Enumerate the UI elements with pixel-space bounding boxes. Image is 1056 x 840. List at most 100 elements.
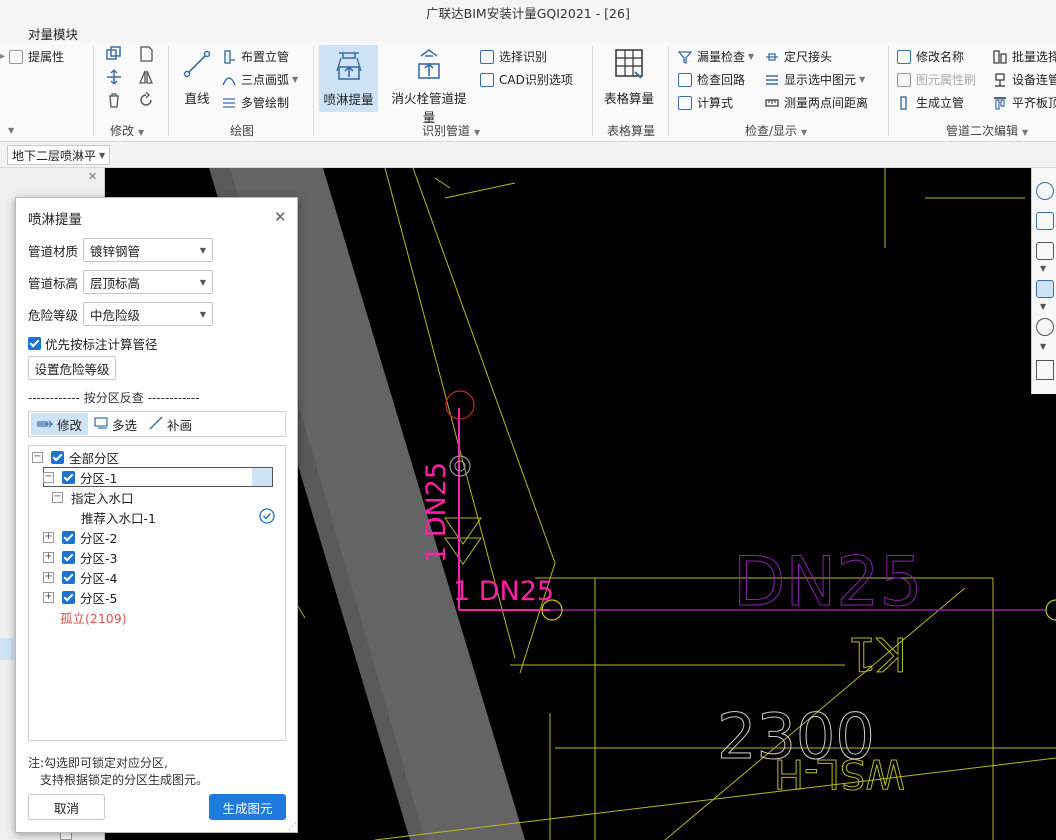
arc-button[interactable]: 三点画弧 ▼ — [222, 71, 298, 88]
multiselect-tool-button[interactable]: 多选 — [88, 413, 143, 435]
left-group-caret[interactable]: ▼ — [4, 122, 14, 136]
collapse-icon[interactable]: − — [43, 471, 54, 483]
tree-node-all-zones[interactable]: − 全部分区 — [32, 447, 119, 467]
zone-checkbox[interactable] — [62, 590, 75, 604]
priority-checkbox-row[interactable]: 优先按标注计算管径 — [28, 334, 158, 353]
hydrant-pipe-extract-button[interactable]: 消火栓管道提量 — [386, 46, 472, 125]
chevron-down-icon: ▼ — [199, 277, 206, 287]
cad-options-button[interactable]: CAD识别选项 — [480, 71, 573, 88]
close-icon[interactable]: ✕ — [274, 208, 287, 226]
tree-toolbar: 修改 多选 补画 — [28, 411, 286, 437]
leak-check-button[interactable]: 漏量检查 ▼ — [678, 48, 754, 65]
zone-checkbox[interactable] — [62, 530, 75, 544]
hazard-select[interactable]: 中危险级 ▼ — [83, 302, 213, 326]
sprinkler-extract-dialog: 喷淋提量 ✕ 管道材质 镀锌钢管 ▼ 管道标高 层顶标高 ▼ 危险等级 中危险级 ▼ … — [15, 197, 298, 833]
tree-node-zone-3[interactable]: + 分区-3 — [43, 547, 117, 567]
line-button[interactable]: 直线 — [176, 46, 218, 106]
zone-checkbox[interactable] — [62, 570, 75, 584]
batch-select-icon — [993, 49, 1007, 64]
expand-icon[interactable]: + — [43, 531, 54, 543]
material-select[interactable]: 镀锌钢管 ▼ — [83, 238, 213, 262]
tree-node-zone-4[interactable]: + 分区-4 — [43, 567, 117, 587]
chevron-down-icon: ▼ — [199, 245, 206, 255]
tree-node-recommended-inlet[interactable]: 推荐入水口-1 — [81, 507, 275, 527]
chevron-down-icon[interactable]: ▼ — [1040, 342, 1046, 351]
tree-node-inlet[interactable]: − 指定入水口 — [52, 487, 134, 507]
group-label-check[interactable]: 检查/显示 ▼ — [745, 122, 807, 139]
formula-icon — [678, 95, 692, 110]
line-icon — [179, 46, 215, 82]
group-label-modify[interactable]: 修改 ▼ — [110, 122, 144, 139]
zone-checkbox[interactable] — [62, 470, 75, 484]
view-toolbar: ▼ ▼ ▼ — [1031, 168, 1056, 394]
gen-riser-icon — [897, 95, 911, 110]
measure-distance-button[interactable]: 测量两点间距离 — [765, 94, 868, 111]
tree-node-zone-5[interactable]: + 分区-5 — [43, 587, 117, 607]
collapse-icon[interactable]: − — [52, 491, 63, 503]
brush-icon — [897, 72, 911, 87]
menu-item-quantity-module[interactable]: 对量模块 — [28, 24, 78, 43]
select-recognize-button[interactable]: 选择识别 — [480, 48, 547, 65]
expand-icon[interactable]: + — [43, 591, 54, 603]
field-label: 管道材质 — [28, 243, 79, 259]
check-loop-button[interactable]: 检查回路 — [678, 71, 745, 88]
attr-brush-button[interactable]: 图元属性刷 — [897, 71, 976, 88]
tree-node-isolated[interactable]: 孤立(2109) — [60, 607, 127, 627]
delete-icon[interactable] — [106, 92, 122, 111]
copy-icon[interactable] — [106, 46, 122, 65]
expand-icon[interactable]: + — [43, 551, 54, 563]
group-label-pipe-edit[interactable]: 管道二次编辑 ▼ — [946, 122, 1028, 139]
gen-riser-button[interactable]: 生成立管 — [897, 94, 964, 111]
title-bar: 广联达BIM安装计量GQI2021 - [26] — [0, 0, 1056, 22]
tree-node-zone-2[interactable]: + 分区-2 — [43, 527, 117, 547]
field-material: 管道材质 镀锌钢管 ▼ — [28, 238, 213, 262]
orbit-icon[interactable] — [1036, 182, 1054, 200]
align-slab-button[interactable]: 平齐板顶 — [993, 94, 1056, 111]
left-panel-selected-row — [0, 638, 14, 660]
resize-grip-icon[interactable]: ⋰ — [288, 822, 297, 832]
group-label-table: 表格算量 — [607, 124, 656, 138]
fixed-joint-button[interactable]: 定尺接头 — [765, 48, 832, 65]
close-icon[interactable]: ✕ — [88, 170, 97, 183]
collapse-icon[interactable]: − — [32, 451, 43, 463]
generate-button[interactable]: 生成图元 — [209, 794, 286, 820]
zone-tree: − 全部分区 − 分区-1 − 指定入水口 推荐入水口-1 + 分区-2 + 分… — [28, 445, 286, 741]
chevron-down-icon[interactable]: ▼ — [1040, 264, 1046, 273]
mirror-file-icon[interactable] — [138, 46, 154, 65]
attr-button[interactable]: ▸ 提属性 — [0, 48, 64, 65]
3d-view-icon[interactable] — [1036, 212, 1054, 230]
tree-node-zone-1[interactable]: − 分区-1 — [43, 467, 117, 487]
properties-icon[interactable] — [1036, 360, 1054, 380]
show-selected-button[interactable]: 显示选中图元 ▼ — [765, 71, 865, 88]
riser-button[interactable]: 布置立管 — [222, 48, 289, 65]
multipipe-button[interactable]: 多管绘制 — [222, 94, 289, 111]
batch-select-button[interactable]: 批量选择 — [993, 48, 1056, 65]
sprinkler-extract-button[interactable]: 喷淋提量 — [319, 45, 378, 112]
set-hazard-button[interactable]: 设置危险等级 — [28, 356, 116, 380]
layer-select[interactable]: 地下二层喷淋平 ▼ — [7, 145, 111, 165]
formula-button[interactable]: 计算式 — [678, 94, 733, 111]
equipment-connect-button[interactable]: 设备连管 — [993, 71, 1056, 88]
group-label-recognize[interactable]: 识别管道 ▼ — [422, 122, 480, 139]
supplement-tool-button[interactable]: 补画 — [143, 413, 198, 435]
table-calc-button[interactable]: 表格算量 — [601, 46, 657, 106]
cube-icon[interactable] — [1036, 242, 1054, 260]
solid-view-icon[interactable] — [1036, 280, 1054, 298]
chevron-down-icon[interactable]: ▼ — [1040, 302, 1046, 311]
zone-checkbox[interactable] — [62, 550, 75, 564]
rotate-icon[interactable] — [138, 91, 154, 111]
mirror-icon[interactable] — [138, 69, 154, 88]
priority-checkbox[interactable] — [28, 337, 41, 350]
zone-checkbox[interactable] — [51, 450, 64, 464]
elevation-select[interactable]: 层顶标高 ▼ — [83, 270, 213, 294]
move-icon[interactable] — [106, 69, 122, 88]
cancel-button[interactable]: 取消 — [28, 794, 105, 820]
rotate-view-icon[interactable] — [1036, 318, 1054, 336]
expand-icon[interactable]: + — [43, 571, 54, 583]
modify-tool-button[interactable]: 修改 — [31, 413, 89, 435]
rename-button[interactable]: 修改名称 — [897, 48, 964, 65]
section-divider-label: ------------ 按分区反查 ------------ — [28, 391, 200, 405]
group-divider — [668, 46, 669, 136]
arc-icon — [222, 73, 236, 87]
group-divider — [888, 46, 889, 136]
